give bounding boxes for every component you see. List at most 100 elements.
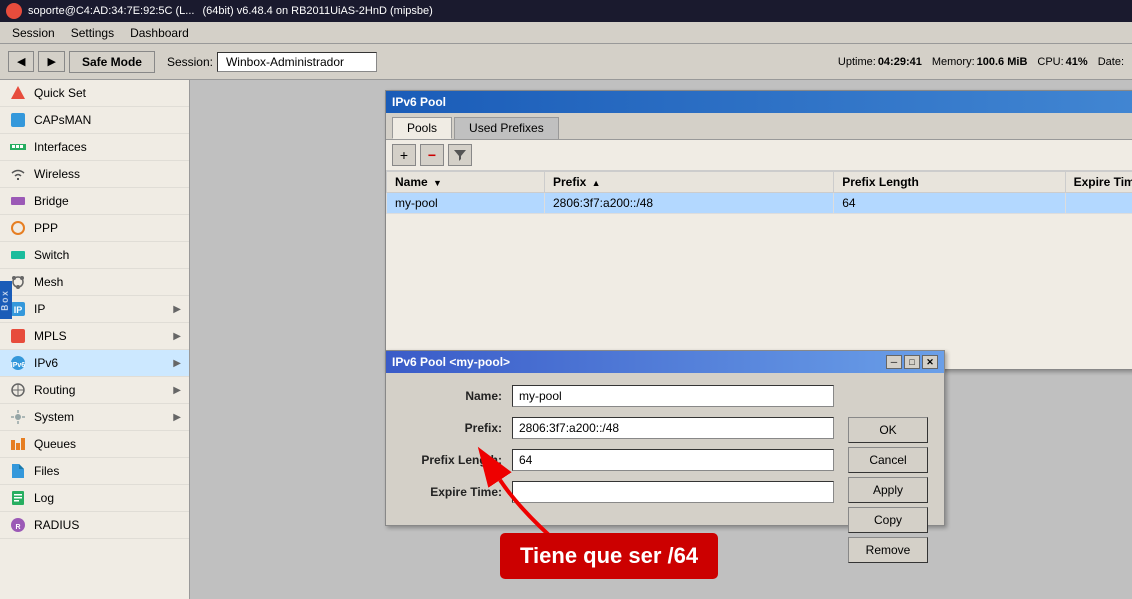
queues-icon (8, 436, 28, 452)
col-expire-time[interactable]: Expire Time (1065, 172, 1132, 193)
pool-window-titlebar[interactable]: IPv6 Pool ─ □ ✕ (386, 91, 1132, 113)
system-arrow-icon: ▶ (173, 412, 181, 423)
sidebar-label-ppp: PPP (34, 221, 58, 235)
toolbar: ◀ ▶ Safe Mode Session: Winbox-Administra… (0, 44, 1132, 80)
pool-toolbar: + − (386, 140, 1132, 171)
name-input[interactable] (512, 385, 834, 407)
mpls-icon (8, 328, 28, 344)
vertical-label: Box (0, 281, 12, 319)
sidebar-label-bridge: Bridge (34, 194, 69, 208)
sidebar-label-routing: Routing (34, 383, 75, 397)
pool-window-title: IPv6 Pool (392, 95, 1132, 109)
sidebar-item-wireless[interactable]: Wireless (0, 161, 189, 188)
app-icon (6, 3, 22, 19)
sidebar-label-ipv6: IPv6 (34, 356, 58, 370)
bridge-icon (8, 193, 28, 209)
sidebar-item-mesh[interactable]: Mesh (0, 269, 189, 296)
memory-label: Memory: (932, 56, 975, 68)
routing-arrow-icon: ▶ (173, 385, 181, 396)
files-icon (8, 463, 28, 479)
col-name[interactable]: Name ▼ (387, 172, 545, 193)
sidebar: Quick Set CAPsMAN Interfaces Wireless Br… (0, 80, 190, 599)
radius-icon: R (8, 517, 28, 533)
sidebar-item-quick-set[interactable]: Quick Set (0, 80, 189, 107)
prefix-length-input[interactable] (512, 449, 834, 471)
sidebar-item-ipv6[interactable]: IPv6 IPv6 ▶ (0, 350, 189, 377)
sidebar-label-mpls: MPLS (34, 329, 67, 343)
sidebar-item-switch[interactable]: Switch (0, 242, 189, 269)
sidebar-item-log[interactable]: Log (0, 485, 189, 512)
cpu-value: 41% (1066, 56, 1088, 68)
forward-button[interactable]: ▶ (38, 51, 64, 72)
pool-window: IPv6 Pool ─ □ ✕ Pools Used Prefixes + − (385, 90, 1132, 370)
session-value: Winbox-Administrador (217, 52, 377, 72)
sidebar-item-system[interactable]: System ▶ (0, 404, 189, 431)
filter-pool-button[interactable] (448, 144, 472, 166)
cancel-button[interactable]: Cancel (848, 447, 928, 473)
ok-button[interactable]: OK (848, 417, 928, 443)
menu-dashboard[interactable]: Dashboard (122, 24, 197, 42)
add-pool-button[interactable]: + (392, 144, 416, 166)
cell-prefix-length: 64 (834, 193, 1065, 214)
safe-mode-button[interactable]: Safe Mode (69, 51, 155, 73)
sidebar-item-ip[interactable]: IP IP ▶ (0, 296, 189, 323)
table-row[interactable]: my-pool 2806:3f7:a200::/48 64 (387, 193, 1132, 214)
apply-button[interactable]: Apply (848, 477, 928, 503)
inner-dialog-controls: ─ □ ✕ (886, 355, 938, 369)
copy-button[interactable]: Copy (848, 507, 928, 533)
ipv6-icon: IPv6 (8, 355, 28, 371)
col-prefix-length[interactable]: Prefix Length (834, 172, 1065, 193)
sidebar-label-mesh: Mesh (34, 275, 63, 289)
svg-text:IPv6: IPv6 (11, 362, 26, 369)
col-prefix[interactable]: Prefix ▲ (544, 172, 833, 193)
session-label: Session: (167, 55, 213, 69)
sidebar-label-radius: RADIUS (34, 518, 79, 532)
sidebar-item-routing[interactable]: Routing ▶ (0, 377, 189, 404)
iface-icon (8, 139, 28, 155)
uptime-value: 04:29:41 (878, 56, 922, 68)
cell-expire-time (1065, 193, 1132, 214)
sidebar-label-switch: Switch (34, 248, 69, 262)
ipv6-arrow-icon: ▶ (173, 358, 181, 369)
sidebar-item-queues[interactable]: Queues (0, 431, 189, 458)
sidebar-item-radius[interactable]: R RADIUS (0, 512, 189, 539)
dialog-minimize-button[interactable]: ─ (886, 355, 902, 369)
pool-table-wrap: Name ▼ Prefix ▲ Prefix Length (386, 171, 1132, 214)
sidebar-label-quick-set: Quick Set (34, 86, 86, 100)
sidebar-label-wireless: Wireless (34, 167, 80, 181)
switch-icon (8, 247, 28, 263)
menu-bar: Session Settings Dashboard (0, 22, 1132, 44)
back-button[interactable]: ◀ (8, 51, 34, 72)
remove-button[interactable]: Remove (848, 537, 928, 563)
sidebar-item-mpls[interactable]: MPLS ▶ (0, 323, 189, 350)
sidebar-item-bridge[interactable]: Bridge (0, 188, 189, 215)
sidebar-item-capsman[interactable]: CAPsMAN (0, 107, 189, 134)
expire-time-input[interactable] (512, 481, 834, 503)
annotation-container: Tiene que ser /64 (500, 533, 718, 579)
inner-dialog-titlebar[interactable]: IPv6 Pool <my-pool> ─ □ ✕ (386, 351, 944, 373)
sidebar-item-interfaces[interactable]: Interfaces (0, 134, 189, 161)
sidebar-item-files[interactable]: Files (0, 458, 189, 485)
menu-session[interactable]: Session (4, 24, 63, 42)
system-icon (8, 409, 28, 425)
prefix-label: Prefix: (402, 421, 512, 435)
sidebar-item-ppp[interactable]: PPP (0, 215, 189, 242)
prefix-input[interactable] (512, 417, 834, 439)
menu-settings[interactable]: Settings (63, 24, 122, 42)
inner-dialog: IPv6 Pool <my-pool> ─ □ ✕ Name: Prefix: (385, 350, 945, 526)
remove-pool-button[interactable]: − (420, 144, 444, 166)
expire-time-label: Expire Time: (402, 485, 512, 499)
form-row-prefix-length: Prefix Length: (402, 449, 834, 471)
top-bar-subtitle: (64bit) v6.48.4 on RB2011UiAS-2HnD (mips… (202, 5, 432, 17)
wifi-icon (8, 166, 28, 182)
sidebar-label-system: System (34, 410, 74, 424)
dialog-restore-button[interactable]: □ (904, 355, 920, 369)
cell-name: my-pool (387, 193, 545, 214)
svg-text:R: R (15, 524, 20, 531)
dialog-close-button[interactable]: ✕ (922, 355, 938, 369)
sidebar-label-queues: Queues (34, 437, 76, 451)
tab-used-prefixes[interactable]: Used Prefixes (454, 117, 559, 139)
tab-pools[interactable]: Pools (392, 117, 452, 139)
dialog-body: Name: Prefix: Prefix Length: Expire Time… (386, 373, 944, 525)
content-area: IPv6 Pool ─ □ ✕ Pools Used Prefixes + − (190, 80, 1132, 599)
